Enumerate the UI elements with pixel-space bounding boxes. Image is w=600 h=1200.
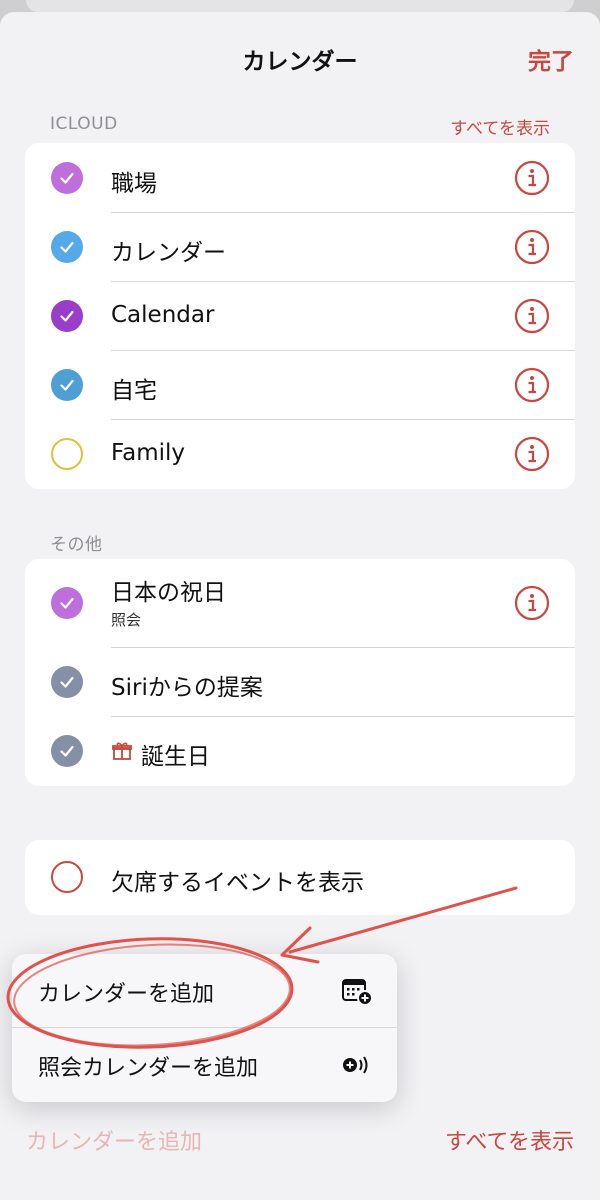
- done-button[interactable]: 完了: [528, 42, 574, 76]
- calendar-name: Calendar: [111, 301, 215, 328]
- info-icon[interactable]: [514, 585, 550, 621]
- calendar-row[interactable]: Calendar: [25, 281, 575, 350]
- calendar-add-icon: [342, 979, 373, 1006]
- row-divider: [111, 281, 575, 282]
- calendar-row[interactable]: 誕生日: [25, 716, 575, 786]
- info-icon[interactable]: [514, 229, 550, 265]
- calendar-checkmark-icon[interactable]: [51, 368, 83, 401]
- calendar-row[interactable]: 自宅: [25, 350, 575, 419]
- calendar-row[interactable]: 職場: [25, 143, 575, 212]
- calendar-row[interactable]: 日本の祝日 照会: [25, 559, 575, 647]
- menu-item-label: カレンダーを追加: [38, 982, 215, 1007]
- add-calendar-popup-menu: カレンダーを追加 照会カレンダーを追加: [12, 954, 397, 1102]
- calendar-row[interactable]: カレンダー: [25, 212, 575, 281]
- menu-item-add-calendar[interactable]: カレンダーを追加: [12, 954, 397, 1028]
- calendar-row[interactable]: Family: [25, 419, 575, 488]
- calendar-checkmark-icon[interactable]: [51, 665, 83, 698]
- calendar-name: カレンダー: [111, 239, 226, 266]
- subscribe-icon: [343, 1056, 368, 1074]
- row-divider: [111, 212, 575, 213]
- calendar-name: Family: [111, 439, 186, 466]
- calendar-checkmark-icon[interactable]: [51, 299, 83, 332]
- calendar-checkmark-icon[interactable]: [51, 735, 83, 767]
- sheet-title: カレンダー: [242, 49, 358, 75]
- row-divider: [111, 647, 575, 648]
- menu-item-add-subscribed-calendar[interactable]: 照会カレンダーを追加: [12, 1028, 397, 1102]
- info-icon[interactable]: [514, 160, 550, 196]
- icloud-calendar-list: 職場カレンダー Calendar 自宅 Family: [25, 143, 575, 489]
- calendar-name: 職場: [111, 170, 157, 197]
- add-calendar-button[interactable]: カレンダーを追加: [26, 1124, 202, 1156]
- row-divider: [111, 419, 575, 420]
- show-all-button[interactable]: すべてを表示: [445, 1124, 574, 1156]
- gift-icon: [111, 740, 133, 766]
- declined-events-card[interactable]: 欠席するイベントを表示: [25, 840, 575, 915]
- menu-item-label: 照会カレンダーを追加: [38, 1056, 259, 1081]
- calendar-checkmark-icon[interactable]: [51, 587, 83, 619]
- declined-events-label: 欠席するイベントを表示: [111, 870, 364, 896]
- calendar-checkmark-icon[interactable]: [51, 230, 83, 263]
- info-icon[interactable]: [514, 298, 550, 334]
- row-divider: [111, 716, 575, 717]
- info-icon[interactable]: [514, 367, 550, 403]
- calendar-row[interactable]: Siriからの提案: [25, 647, 575, 716]
- calendar-name: Siriからの提案: [111, 674, 263, 701]
- calendar-checkmark-icon[interactable]: [51, 161, 83, 194]
- declined-toggle-circle[interactable]: [51, 861, 83, 893]
- calendar-name: 誕生日: [141, 744, 210, 770]
- other-section-header: その他: [50, 535, 103, 555]
- calendar-name: 日本の祝日: [111, 580, 226, 606]
- icloud-show-all-link[interactable]: すべてを表示: [450, 114, 550, 139]
- calendar-sublabel: 照会: [111, 611, 142, 629]
- row-divider: [111, 350, 575, 351]
- background-sheet-edge: [26, 0, 574, 12]
- calendar-unchecked-circle[interactable]: [51, 437, 83, 470]
- icloud-section-header: ICLOUD: [50, 114, 118, 134]
- info-icon[interactable]: [514, 436, 550, 472]
- calendar-name: 自宅: [111, 377, 157, 404]
- other-calendar-list: 日本の祝日照会 Siriからの提案誕生日: [25, 559, 575, 786]
